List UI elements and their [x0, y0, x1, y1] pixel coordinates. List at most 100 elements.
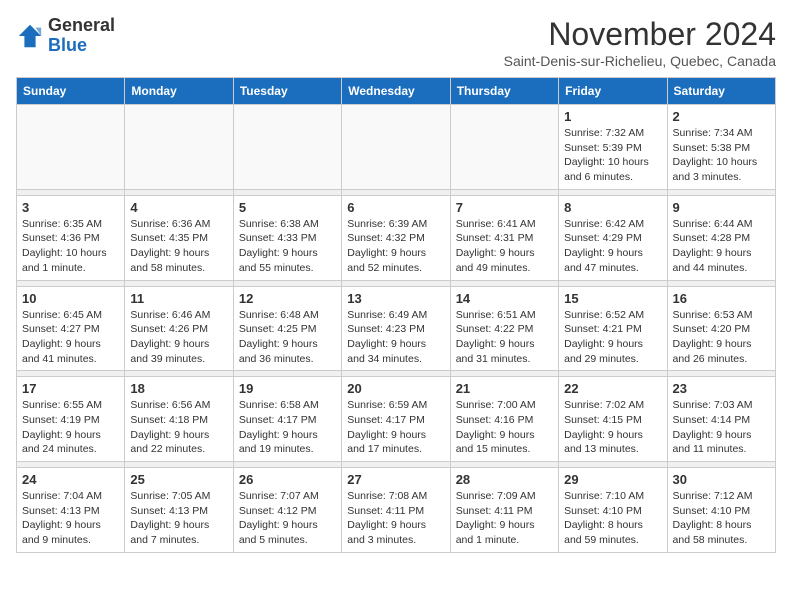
- day-info: Sunrise: 6:58 AM Sunset: 4:17 PM Dayligh…: [239, 398, 336, 457]
- calendar-cell: 18 Sunrise: 6:56 AM Sunset: 4:18 PM Dayli…: [125, 377, 233, 462]
- day-info: Sunrise: 6:39 AM Sunset: 4:32 PM Dayligh…: [347, 217, 444, 276]
- calendar-table: SundayMondayTuesdayWednesdayThursdayFrid…: [16, 77, 776, 553]
- day-number: 1: [564, 109, 661, 124]
- weekday-monday: Monday: [125, 78, 233, 105]
- calendar-cell: [450, 105, 558, 190]
- calendar-cell: 1 Sunrise: 7:32 AM Sunset: 5:39 PM Daylig…: [559, 105, 667, 190]
- day-info: Sunrise: 7:02 AM Sunset: 4:15 PM Dayligh…: [564, 398, 661, 457]
- calendar-cell: [17, 105, 125, 190]
- day-number: 30: [673, 472, 770, 487]
- day-number: 19: [239, 381, 336, 396]
- calendar-cell: 16 Sunrise: 6:53 AM Sunset: 4:20 PM Dayli…: [667, 286, 775, 371]
- calendar-cell: 7Sunrise: 6:41 AM Sunset: 4:31 PM Daylig…: [450, 195, 558, 280]
- day-number: 13: [347, 291, 444, 306]
- calendar-cell: 19 Sunrise: 6:58 AM Sunset: 4:17 PM Dayli…: [233, 377, 341, 462]
- day-info: Sunrise: 6:56 AM Sunset: 4:18 PM Dayligh…: [130, 398, 227, 457]
- day-info: Sunrise: 6:46 AM Sunset: 4:26 PM Dayligh…: [130, 308, 227, 367]
- day-number: 16: [673, 291, 770, 306]
- calendar-cell: 14 Sunrise: 6:51 AM Sunset: 4:22 PM Dayli…: [450, 286, 558, 371]
- day-info: Sunrise: 7:09 AM Sunset: 4:11 PM Dayligh…: [456, 489, 553, 548]
- calendar-cell: 11 Sunrise: 6:46 AM Sunset: 4:26 PM Dayli…: [125, 286, 233, 371]
- calendar-cell: 15 Sunrise: 6:52 AM Sunset: 4:21 PM Dayli…: [559, 286, 667, 371]
- calendar-cell: 24 Sunrise: 7:04 AM Sunset: 4:13 PM Dayli…: [17, 468, 125, 553]
- day-info: Sunrise: 7:10 AM Sunset: 4:10 PM Dayligh…: [564, 489, 661, 548]
- title-block: November 2024 Saint-Denis-sur-Richelieu,…: [504, 16, 776, 69]
- day-number: 14: [456, 291, 553, 306]
- day-info: Sunrise: 7:08 AM Sunset: 4:11 PM Dayligh…: [347, 489, 444, 548]
- day-number: 17: [22, 381, 119, 396]
- day-info: Sunrise: 6:41 AM Sunset: 4:31 PM Dayligh…: [456, 217, 553, 276]
- week-row-2: 3 Sunrise: 6:35 AM Sunset: 4:36 PM Daylig…: [17, 195, 776, 280]
- day-info: Sunrise: 6:36 AM Sunset: 4:35 PM Dayligh…: [130, 217, 227, 276]
- day-number: 24: [22, 472, 119, 487]
- calendar-cell: 8 Sunrise: 6:42 AM Sunset: 4:29 PM Daylig…: [559, 195, 667, 280]
- weekday-friday: Friday: [559, 78, 667, 105]
- day-info: Sunrise: 6:35 AM Sunset: 4:36 PM Dayligh…: [22, 217, 119, 276]
- day-info: Sunrise: 6:44 AM Sunset: 4:28 PM Dayligh…: [673, 217, 770, 276]
- day-info: Sunrise: 7:12 AM Sunset: 4:10 PM Dayligh…: [673, 489, 770, 548]
- calendar-cell: 2Sunrise: 7:34 AM Sunset: 5:38 PM Daylig…: [667, 105, 775, 190]
- day-number: 18: [130, 381, 227, 396]
- calendar-cell: 5 Sunrise: 6:38 AM Sunset: 4:33 PM Daylig…: [233, 195, 341, 280]
- weekday-tuesday: Tuesday: [233, 78, 341, 105]
- page-header: General Blue November 2024 Saint-Denis-s…: [16, 16, 776, 69]
- calendar-cell: 30 Sunrise: 7:12 AM Sunset: 4:10 PM Dayli…: [667, 468, 775, 553]
- weekday-sunday: Sunday: [17, 78, 125, 105]
- calendar-cell: 9 Sunrise: 6:44 AM Sunset: 4:28 PM Daylig…: [667, 195, 775, 280]
- day-info: Sunrise: 6:55 AM Sunset: 4:19 PM Dayligh…: [22, 398, 119, 457]
- week-row-3: 10 Sunrise: 6:45 AM Sunset: 4:27 PM Dayli…: [17, 286, 776, 371]
- day-info: Sunrise: 6:48 AM Sunset: 4:25 PM Dayligh…: [239, 308, 336, 367]
- calendar-cell: [233, 105, 341, 190]
- day-number: 8: [564, 200, 661, 215]
- month-title: November 2024: [504, 16, 776, 53]
- day-info: Sunrise: 6:51 AM Sunset: 4:22 PM Dayligh…: [456, 308, 553, 367]
- location-subtitle: Saint-Denis-sur-Richelieu, Quebec, Canad…: [504, 53, 776, 69]
- week-row-1: 1 Sunrise: 7:32 AM Sunset: 5:39 PM Daylig…: [17, 105, 776, 190]
- day-number: 5: [239, 200, 336, 215]
- calendar-cell: 4 Sunrise: 6:36 AM Sunset: 4:35 PM Daylig…: [125, 195, 233, 280]
- logo: General Blue: [16, 16, 115, 56]
- weekday-wednesday: Wednesday: [342, 78, 450, 105]
- calendar-cell: [125, 105, 233, 190]
- day-number: 28: [456, 472, 553, 487]
- day-info: Sunrise: 7:32 AM Sunset: 5:39 PM Dayligh…: [564, 126, 661, 185]
- calendar-cell: 25 Sunrise: 7:05 AM Sunset: 4:13 PM Dayli…: [125, 468, 233, 553]
- logo-icon: [16, 22, 44, 50]
- weekday-header-row: SundayMondayTuesdayWednesdayThursdayFrid…: [17, 78, 776, 105]
- calendar-cell: 28 Sunrise: 7:09 AM Sunset: 4:11 PM Dayli…: [450, 468, 558, 553]
- day-number: 6: [347, 200, 444, 215]
- day-info: Sunrise: 7:03 AM Sunset: 4:14 PM Dayligh…: [673, 398, 770, 457]
- day-number: 27: [347, 472, 444, 487]
- day-number: 9: [673, 200, 770, 215]
- weekday-saturday: Saturday: [667, 78, 775, 105]
- calendar-cell: 27 Sunrise: 7:08 AM Sunset: 4:11 PM Dayli…: [342, 468, 450, 553]
- day-info: Sunrise: 6:38 AM Sunset: 4:33 PM Dayligh…: [239, 217, 336, 276]
- day-info: Sunrise: 6:45 AM Sunset: 4:27 PM Dayligh…: [22, 308, 119, 367]
- day-number: 2: [673, 109, 770, 124]
- day-info: Sunrise: 6:53 AM Sunset: 4:20 PM Dayligh…: [673, 308, 770, 367]
- week-row-5: 24 Sunrise: 7:04 AM Sunset: 4:13 PM Dayli…: [17, 468, 776, 553]
- day-number: 20: [347, 381, 444, 396]
- calendar-cell: 12Sunrise: 6:48 AM Sunset: 4:25 PM Dayli…: [233, 286, 341, 371]
- day-number: 21: [456, 381, 553, 396]
- day-number: 26: [239, 472, 336, 487]
- day-info: Sunrise: 6:49 AM Sunset: 4:23 PM Dayligh…: [347, 308, 444, 367]
- day-number: 4: [130, 200, 227, 215]
- weekday-thursday: Thursday: [450, 78, 558, 105]
- day-info: Sunrise: 7:05 AM Sunset: 4:13 PM Dayligh…: [130, 489, 227, 548]
- day-number: 11: [130, 291, 227, 306]
- calendar-cell: 21 Sunrise: 7:00 AM Sunset: 4:16 PM Dayli…: [450, 377, 558, 462]
- day-number: 29: [564, 472, 661, 487]
- day-number: 3: [22, 200, 119, 215]
- calendar-cell: 23Sunrise: 7:03 AM Sunset: 4:14 PM Dayli…: [667, 377, 775, 462]
- day-info: Sunrise: 7:04 AM Sunset: 4:13 PM Dayligh…: [22, 489, 119, 548]
- day-number: 25: [130, 472, 227, 487]
- day-number: 22: [564, 381, 661, 396]
- day-number: 10: [22, 291, 119, 306]
- day-number: 15: [564, 291, 661, 306]
- calendar-cell: 26Sunrise: 7:07 AM Sunset: 4:12 PM Dayli…: [233, 468, 341, 553]
- day-info: Sunrise: 7:00 AM Sunset: 4:16 PM Dayligh…: [456, 398, 553, 457]
- day-info: Sunrise: 6:42 AM Sunset: 4:29 PM Dayligh…: [564, 217, 661, 276]
- calendar-cell: 13 Sunrise: 6:49 AM Sunset: 4:23 PM Dayli…: [342, 286, 450, 371]
- day-info: Sunrise: 6:52 AM Sunset: 4:21 PM Dayligh…: [564, 308, 661, 367]
